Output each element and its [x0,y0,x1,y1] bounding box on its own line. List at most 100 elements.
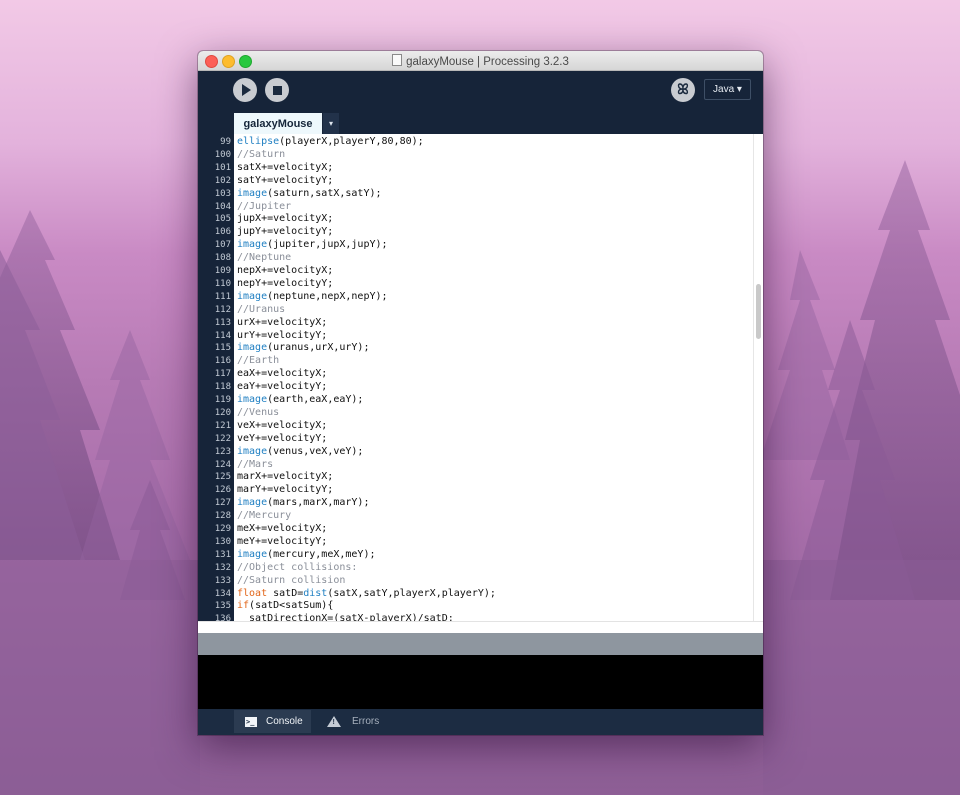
errors-tab-label: Errors [352,716,380,727]
line-number: 114 [214,330,231,341]
code-token: image [237,548,268,560]
code-token: if [237,600,250,612]
line-number: 131 [214,549,231,560]
code-line: //Jupiter [237,201,291,214]
code-line: jupX+=velocityX; [237,213,333,226]
line-number: 129 [214,524,231,534]
console-tab[interactable]: >_ Console [234,710,311,733]
line-number: 99 [220,137,231,147]
line-number: 102 [214,175,231,186]
scrollbar-thumb[interactable] [756,284,761,339]
code-token: dist [303,587,328,599]
code-line: image(earth,eaX,eaY); [237,394,363,407]
status-divider[interactable] [198,633,763,655]
processing-window: galaxyMouse | Processing 3.2.3 ꕤ Java ▾ … [198,51,763,735]
line-number: 115 [214,343,231,354]
code-line: image(neptune,nepX,nepY); [237,291,388,304]
code-token: marX+=velocityX; [237,471,334,483]
code-line: urY+=velocityY; [237,330,327,343]
code-token: meX+=velocityX; [237,523,328,534]
code-line: image(mars,marX,marY); [237,497,369,510]
code-token: (mercury,meX,meY); [267,548,376,560]
code-line: if(satD<satSum){ [237,600,333,613]
code-line: nepX+=velocityX; [237,265,333,278]
mode-selector[interactable]: Java ▾ [704,79,751,100]
code-token: image [237,239,268,251]
line-number: 111 [214,291,231,302]
code-line: image(venus,veX,veY); [237,446,363,459]
code-line: marX+=velocityX; [237,471,333,484]
toolbar: ꕤ Java ▾ [198,71,763,113]
warning-icon: ! [327,716,341,727]
line-number: 108 [214,253,231,264]
line-number: 126 [214,485,231,496]
code-token: //Venus [237,406,280,418]
code-line: image(jupiter,jupX,jupY); [237,239,388,252]
line-number: 101 [214,162,231,173]
code-token: image [237,394,268,405]
code-token: //Neptune [237,252,292,264]
code-line: satDirectionX=(satX-playerX)/satD; [237,613,454,621]
line-number: 112 [214,304,231,315]
document-icon [392,54,403,66]
code-line: eaX+=velocityX; [237,368,327,381]
code-line: //Object collisions: [237,562,357,575]
code-token: (venus,veX,veY); [267,445,364,457]
code-editor[interactable]: ellipse(playerX,playerY,80,80);//Saturn s… [234,134,753,621]
line-number: 106 [214,227,231,238]
line-number: 104 [214,201,231,212]
code-line: satX+=velocityX; [237,162,333,175]
tab-galaxymouse[interactable]: galaxyMouse [234,113,322,134]
code-line: veY+=velocityY; [237,433,327,446]
code-token: (mars,marX,marY); [267,497,370,509]
code-token: //Saturn collision [237,574,346,586]
debug-button[interactable]: ꕤ [671,78,695,102]
code-line: marY+=velocityY; [237,484,333,497]
code-token: (neptune,nepX,nepY); [267,290,388,302]
play-icon [242,84,251,96]
code-token: //Saturn [237,148,286,160]
line-number: 132 [214,562,231,573]
tab-menu-button[interactable]: ▾ [323,113,339,134]
code-line: meX+=velocityX; [237,523,327,536]
code-line: meY+=velocityY; [237,536,327,549]
code-line: satY+=velocityY; [237,175,333,188]
console-tab-label: Console [266,716,303,727]
run-button[interactable] [233,78,257,102]
stop-button[interactable] [265,78,289,102]
line-number: 109 [214,266,231,276]
line-number: 116 [214,356,231,367]
stop-icon [272,85,282,95]
line-number: 128 [214,511,231,522]
code-token: image [237,187,268,199]
code-token: urX+=velocityX; [237,316,328,328]
tab-bar: galaxyMouse ▾ [198,113,763,134]
code-token: meY+=velocityY; [237,535,328,547]
code-token: eaX+=velocityX; [237,368,328,380]
code-line: //Saturn collision [237,575,345,588]
vertical-scrollbar[interactable] [753,134,763,621]
code-line: veX+=velocityX; [237,420,327,433]
code-token: (satD<satSum){ [249,600,334,612]
code-token: //Mars [237,458,274,470]
line-number: 121 [214,420,231,431]
horizontal-scrollbar[interactable] [198,621,763,633]
code-token: satD= [267,587,304,599]
code-line: jupY+=velocityY; [237,226,333,239]
code-line: urX+=velocityX; [237,317,327,330]
title-bar: galaxyMouse | Processing 3.2.3 [198,51,763,71]
line-number: 125 [214,472,231,483]
line-number: 118 [214,382,231,393]
line-number: 107 [214,240,231,251]
code-token: satDirectionX=(satX-playerX)/satD; [237,613,454,621]
window-title: galaxyMouse | Processing 3.2.3 [406,56,569,68]
console-output[interactable] [198,655,763,709]
line-number: 135 [214,601,231,612]
line-number: 105 [214,214,231,225]
code-line: image(saturn,satX,satY); [237,188,382,201]
code-token: nepX+=velocityX; [237,265,334,276]
debug-icon: ꕤ [677,82,689,98]
line-number: 120 [214,407,231,418]
code-token: satY+=velocityY; [237,174,334,186]
errors-tab[interactable]: ! Errors [316,710,386,733]
